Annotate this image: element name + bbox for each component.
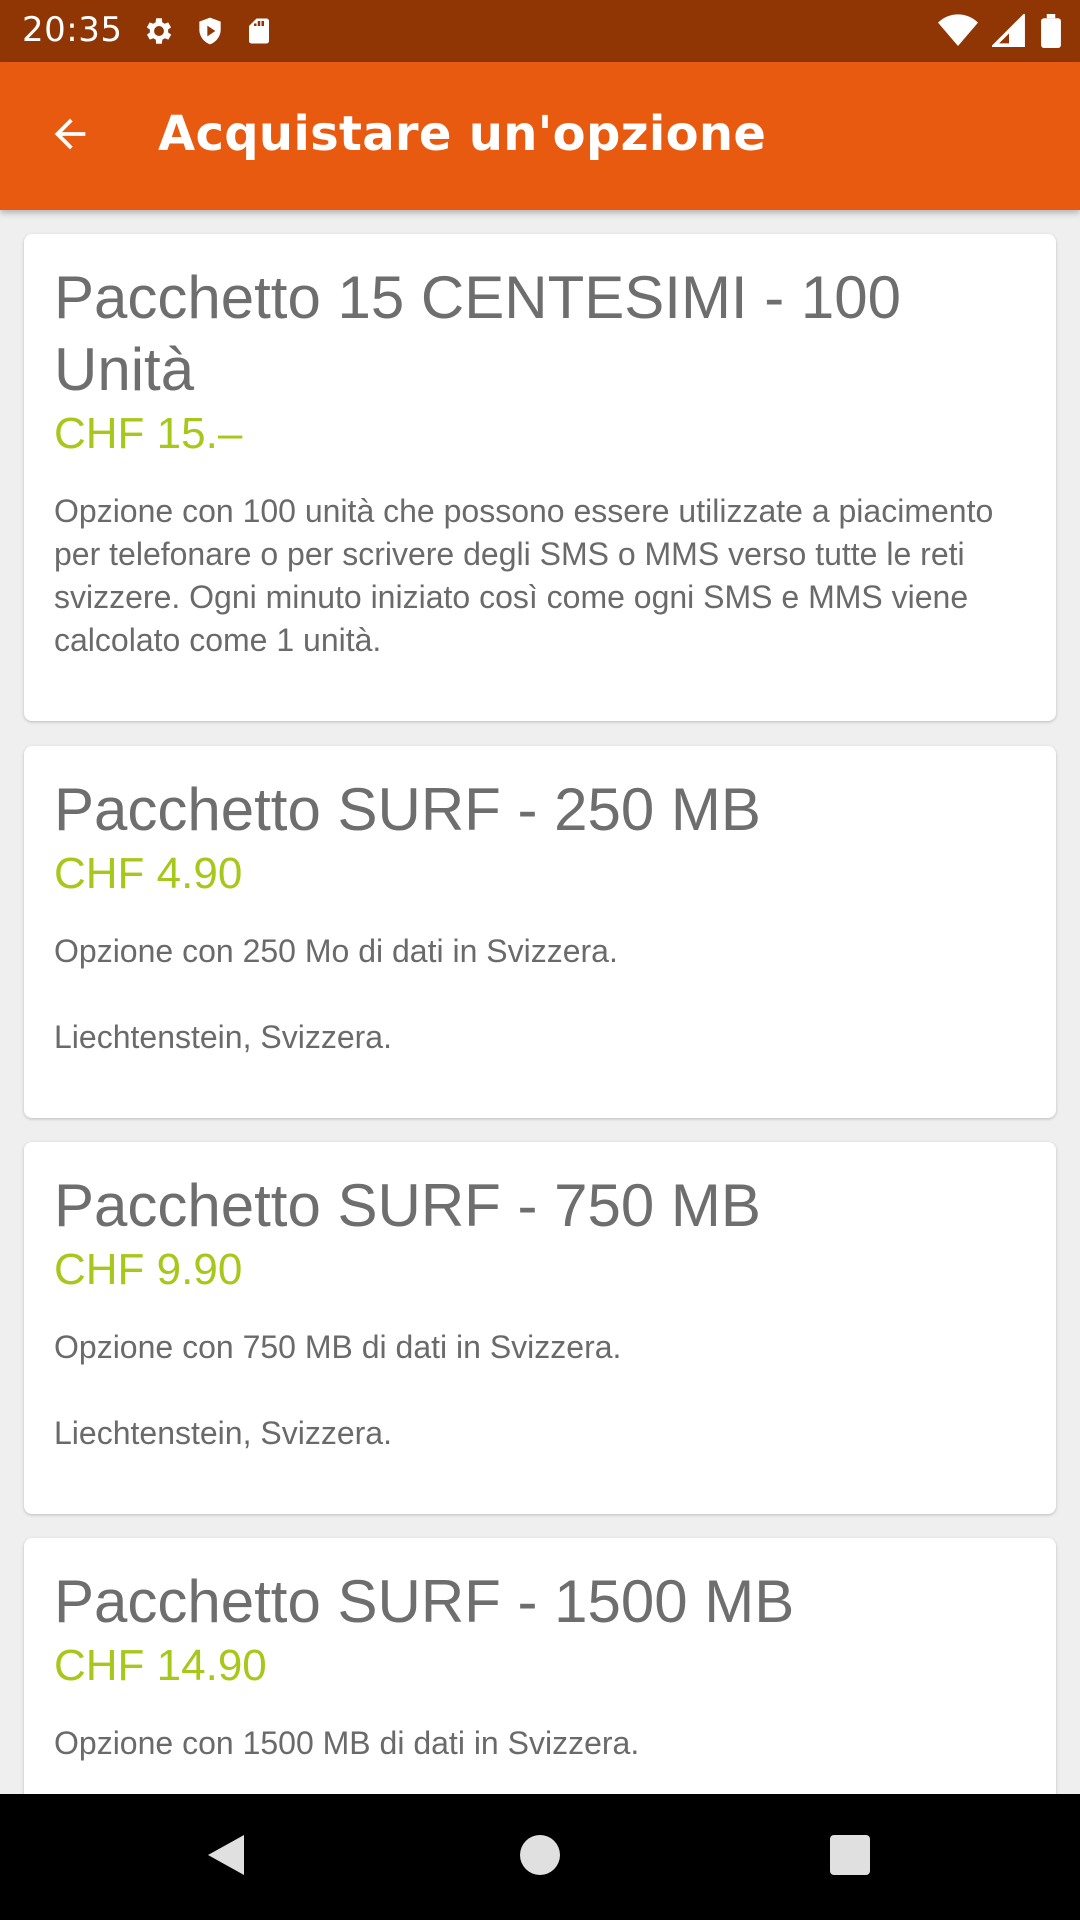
status-time: 20:35 [22, 10, 123, 50]
gear-icon [142, 14, 176, 48]
signal-icon [992, 14, 1026, 48]
nav-recents-button[interactable] [790, 1794, 910, 1920]
option-description: Opzione con 100 unità che possono essere… [54, 493, 994, 658]
nav-back-button[interactable] [166, 1794, 286, 1920]
option-price: CHF 14.90 [54, 1641, 267, 1690]
arrow-back-icon [47, 111, 93, 161]
option-title: Pacchetto SURF - 1500 MB [54, 1568, 795, 1635]
wifi-icon [938, 14, 978, 48]
option-card-surf-750[interactable]: Pacchetto SURF - 750 MB CHF 9.90 Opzione… [24, 1142, 1056, 1514]
option-price: CHF 9.90 [54, 1245, 243, 1294]
option-title: Pacchetto SURF - 250 MB [54, 776, 761, 843]
option-price: CHF 15.– [54, 409, 243, 458]
option-description: Opzione con 250 Mo di dati in Svizzera. [54, 933, 618, 969]
option-description: Opzione con 1500 MB di dati in Svizzera. [54, 1725, 640, 1761]
navigation-bar [0, 1794, 1080, 1920]
shield-icon [194, 14, 226, 48]
option-description: Opzione con 750 MB di dati in Svizzera. [54, 1329, 622, 1365]
recents-square-icon [830, 1835, 870, 1879]
status-bar: 20:35 [0, 0, 1080, 62]
option-price: CHF 4.90 [54, 849, 243, 898]
home-circle-icon [520, 1835, 560, 1879]
option-title: Pacchetto SURF - 750 MB [54, 1172, 761, 1239]
battery-icon [1040, 14, 1062, 48]
option-card-surf-1500[interactable]: Pacchetto SURF - 1500 MB CHF 14.90 Opzio… [24, 1538, 1056, 1794]
option-title: Pacchetto 15 CENTESIMI - 100 Unità [54, 264, 902, 403]
option-card-15-centesimi[interactable]: Pacchetto 15 CENTESIMI - 100 Unità CHF 1… [24, 234, 1056, 721]
option-card-surf-250[interactable]: Pacchetto SURF - 250 MB CHF 4.90 Opzione… [24, 746, 1056, 1118]
status-right-icons [938, 12, 1062, 50]
nav-home-button[interactable] [480, 1794, 600, 1920]
status-left-icons [142, 12, 274, 50]
sd-card-icon [244, 14, 274, 48]
page-title: Acquistare un'opzione [158, 106, 767, 162]
option-note: Liechtenstein, Svizzera. [54, 1019, 392, 1055]
app-bar: Acquistare un'opzione [0, 62, 1080, 210]
back-triangle-icon [204, 1831, 248, 1883]
option-note: Liechtenstein, Svizzera. [54, 1415, 392, 1451]
options-list: Pacchetto 15 CENTESIMI - 100 Unità CHF 1… [0, 210, 1080, 1794]
back-button[interactable] [30, 96, 110, 176]
